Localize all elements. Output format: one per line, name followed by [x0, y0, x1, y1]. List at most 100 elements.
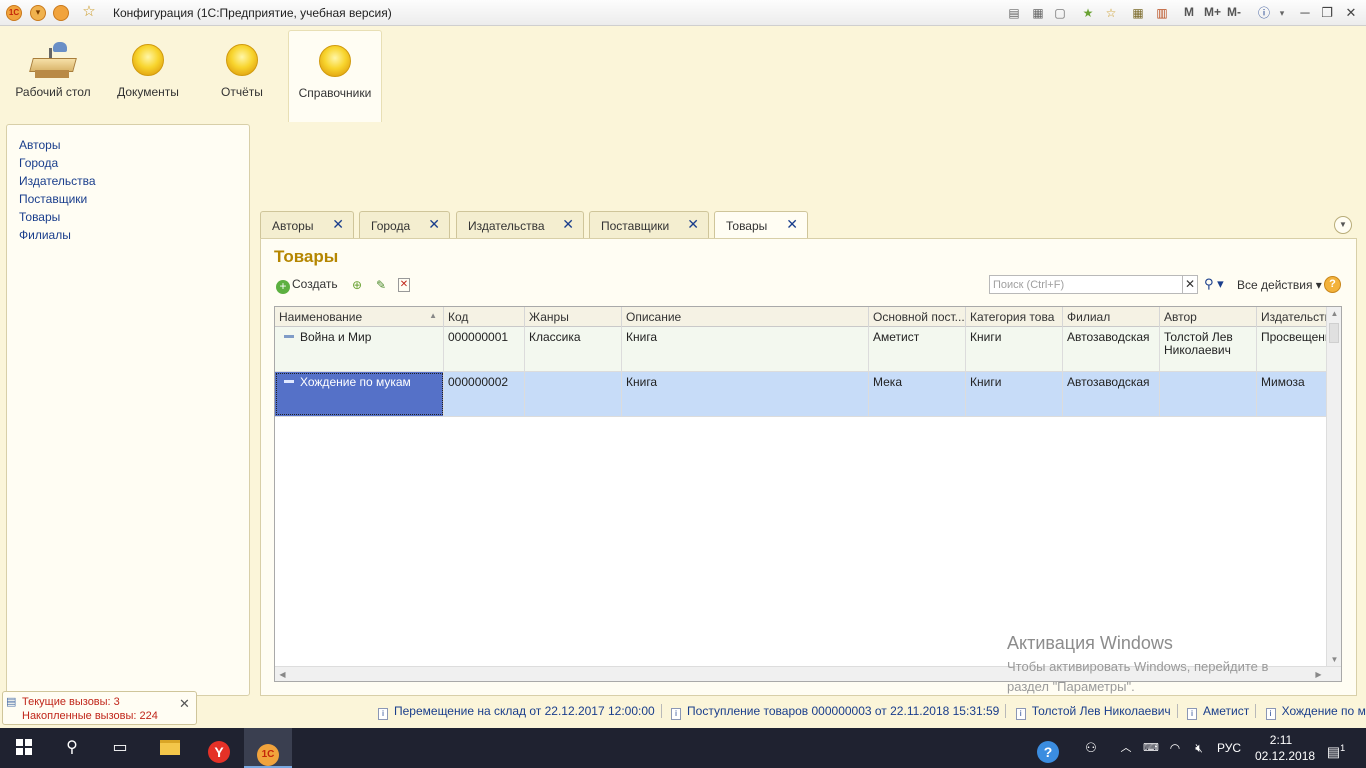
create-button[interactable]: + Создать [276, 277, 338, 294]
nav-item-cities[interactable]: Города [19, 156, 58, 170]
nav-item-goods[interactable]: Товары [19, 210, 60, 224]
windows-logo-icon [16, 739, 32, 755]
column-header-code[interactable]: Код [444, 307, 525, 327]
cell-name: Хождение по мукам [275, 372, 444, 416]
edit-icon[interactable]: ✎ [373, 277, 389, 293]
form-toolbar: +Создать ⊕ ✎ ✕ ✕ ⚲ ▾ Все действия ▾ ? [274, 275, 1344, 295]
keyboard-icon[interactable]: ⌨ [1140, 728, 1162, 768]
column-header-name[interactable]: Наименование ▲ [275, 307, 444, 327]
clock[interactable]: 2:11 02.12.2018 [1255, 732, 1315, 764]
cell-name: Война и Мир [275, 327, 444, 371]
yandex-browser-icon[interactable]: Y [195, 728, 243, 768]
table-row[interactable]: Хождение по мукам 000000002 Книга Мека К… [275, 372, 1327, 417]
history-item[interactable]: i Аметист [1187, 704, 1249, 720]
close-icon[interactable]: ✕ [428, 216, 440, 233]
clear-search-icon[interactable]: ✕ [1182, 275, 1198, 294]
tabs-more-icon[interactable]: ▼ [1334, 216, 1352, 234]
scroll-down-icon[interactable]: ▼ [1327, 653, 1341, 667]
copy-icon[interactable]: ⊕ [349, 277, 365, 293]
language-indicator[interactable]: РУС [1212, 728, 1246, 768]
minimize-button[interactable]: ─ [1294, 3, 1316, 23]
close-icon[interactable]: ✕ [332, 216, 344, 233]
section-catalogs[interactable]: Справочники [288, 30, 382, 122]
start-button[interactable] [0, 728, 48, 768]
section-documents[interactable]: Документы [101, 30, 195, 122]
history-item[interactable]: i Поступление товаров 000000003 от 22.11.… [671, 704, 999, 720]
close-icon[interactable]: ✕ [179, 696, 190, 712]
app-logo-icon[interactable]: 1С [6, 5, 22, 21]
nav-item-publishers[interactable]: Издательства [19, 174, 96, 188]
favorites-icon[interactable]: ☆ [1103, 5, 1119, 21]
close-icon[interactable]: ✕ [562, 216, 574, 233]
scroll-thumb[interactable] [1329, 323, 1339, 343]
help-tray-icon[interactable]: ? [1033, 728, 1063, 768]
memory-minus-button[interactable]: M- [1227, 5, 1241, 19]
list-form: Товары +Создать ⊕ ✎ ✕ ✕ ⚲ ▾ Все действия… [260, 238, 1357, 696]
section-label: Документы [117, 85, 179, 99]
column-header-category[interactable]: Категория това [966, 307, 1063, 327]
chevron-down-icon[interactable]: ▾ [1274, 5, 1290, 21]
close-button[interactable]: ✕ [1340, 3, 1362, 23]
delete-mark-icon[interactable]: ✕ [398, 278, 410, 292]
print-icon[interactable]: ▦ [1030, 5, 1046, 21]
column-header-publisher[interactable]: Издательств [1257, 307, 1327, 327]
column-header-supplier[interactable]: Основной пост... [869, 307, 966, 327]
people-icon[interactable]: ⚇ [1078, 728, 1104, 768]
main-menu-icon[interactable]: ▾ [30, 5, 46, 21]
info-icon[interactable]: ⓘ [1256, 5, 1272, 21]
section-reports[interactable]: Отчёты [195, 30, 289, 122]
history-item[interactable]: i Перемещение на склад от 22.12.2017 12:0… [378, 704, 655, 720]
restore-button[interactable]: ❐ [1316, 3, 1338, 23]
tab-suppliers[interactable]: Поставщики ✕ [589, 211, 709, 238]
volume-muted-icon[interactable]: 🔇︎ [1188, 728, 1210, 768]
add-favorite-icon[interactable]: ★ [1080, 5, 1096, 21]
cell-code: 000000002 [444, 372, 525, 416]
history-item[interactable]: i Толстой Лев Николаевич [1015, 704, 1171, 720]
notification-count: 1 [1340, 743, 1346, 753]
column-header-author[interactable]: Автор [1160, 307, 1257, 327]
file-explorer-icon[interactable] [146, 728, 194, 768]
tab-label: Издательства [468, 219, 545, 233]
column-header-genres[interactable]: Жанры [525, 307, 622, 327]
scroll-up-icon[interactable]: ▲ [1327, 307, 1341, 321]
tab-publishers[interactable]: Издательства ✕ [456, 211, 584, 238]
vertical-scrollbar[interactable]: ▲ ▼ [1326, 307, 1341, 667]
search-input[interactable] [989, 275, 1185, 294]
table-row[interactable]: Война и Мир 000000001 Классика Книга Аме… [275, 327, 1327, 372]
search-icon[interactable]: ⚲ [48, 728, 96, 768]
column-header-description[interactable]: Описание [622, 307, 869, 327]
tab-goods[interactable]: Товары ✕ [714, 211, 808, 239]
scroll-left-icon[interactable]: ◀ [275, 667, 290, 681]
save-icon[interactable]: ▤ [1006, 5, 1022, 21]
section-desktop[interactable]: Рабочий стол [6, 30, 100, 122]
close-icon[interactable]: ✕ [687, 216, 699, 233]
cell-publisher: Мимоза [1261, 375, 1305, 389]
calculator-icon[interactable]: ▦ [1130, 5, 1146, 21]
scroll-right-icon[interactable]: ▶ [1311, 667, 1326, 681]
navigation-icon[interactable] [53, 5, 69, 21]
search-icon[interactable]: ⚲ ▾ [1204, 276, 1224, 292]
favorites-star-icon[interactable]: ☆ [80, 4, 98, 20]
tab-cities[interactable]: Города ✕ [359, 211, 450, 238]
tab-label: Авторы [272, 219, 314, 233]
calendar-icon[interactable]: ▥ [1154, 5, 1170, 21]
notifications-icon[interactable]: ▤1 [1318, 728, 1354, 768]
nav-item-authors[interactable]: Авторы [19, 138, 60, 152]
1c-app-icon[interactable]: 1С [244, 728, 292, 768]
chevron-up-icon[interactable]: ︿ [1116, 728, 1136, 768]
memory-plus-button[interactable]: M+ [1204, 5, 1221, 19]
column-header-branch[interactable]: Филиал [1063, 307, 1160, 327]
nav-item-suppliers[interactable]: Поставщики [19, 192, 87, 206]
preview-icon[interactable]: ▢ [1052, 5, 1068, 21]
cell-description: Книга [622, 372, 869, 416]
nav-item-branches[interactable]: Филиалы [19, 228, 71, 242]
desktop-icon [29, 40, 77, 80]
history-item[interactable]: iХождение по мукам [1265, 704, 1366, 720]
help-icon[interactable]: ? [1324, 276, 1341, 293]
task-view-icon[interactable]: ▭ [96, 728, 144, 768]
all-actions-button[interactable]: Все действия ▾ [1237, 278, 1322, 292]
tab-authors[interactable]: Авторы ✕ [260, 211, 354, 238]
memory-m-button[interactable]: M [1184, 5, 1194, 19]
network-icon[interactable]: ◠ [1164, 728, 1186, 768]
close-icon[interactable]: ✕ [786, 216, 798, 233]
